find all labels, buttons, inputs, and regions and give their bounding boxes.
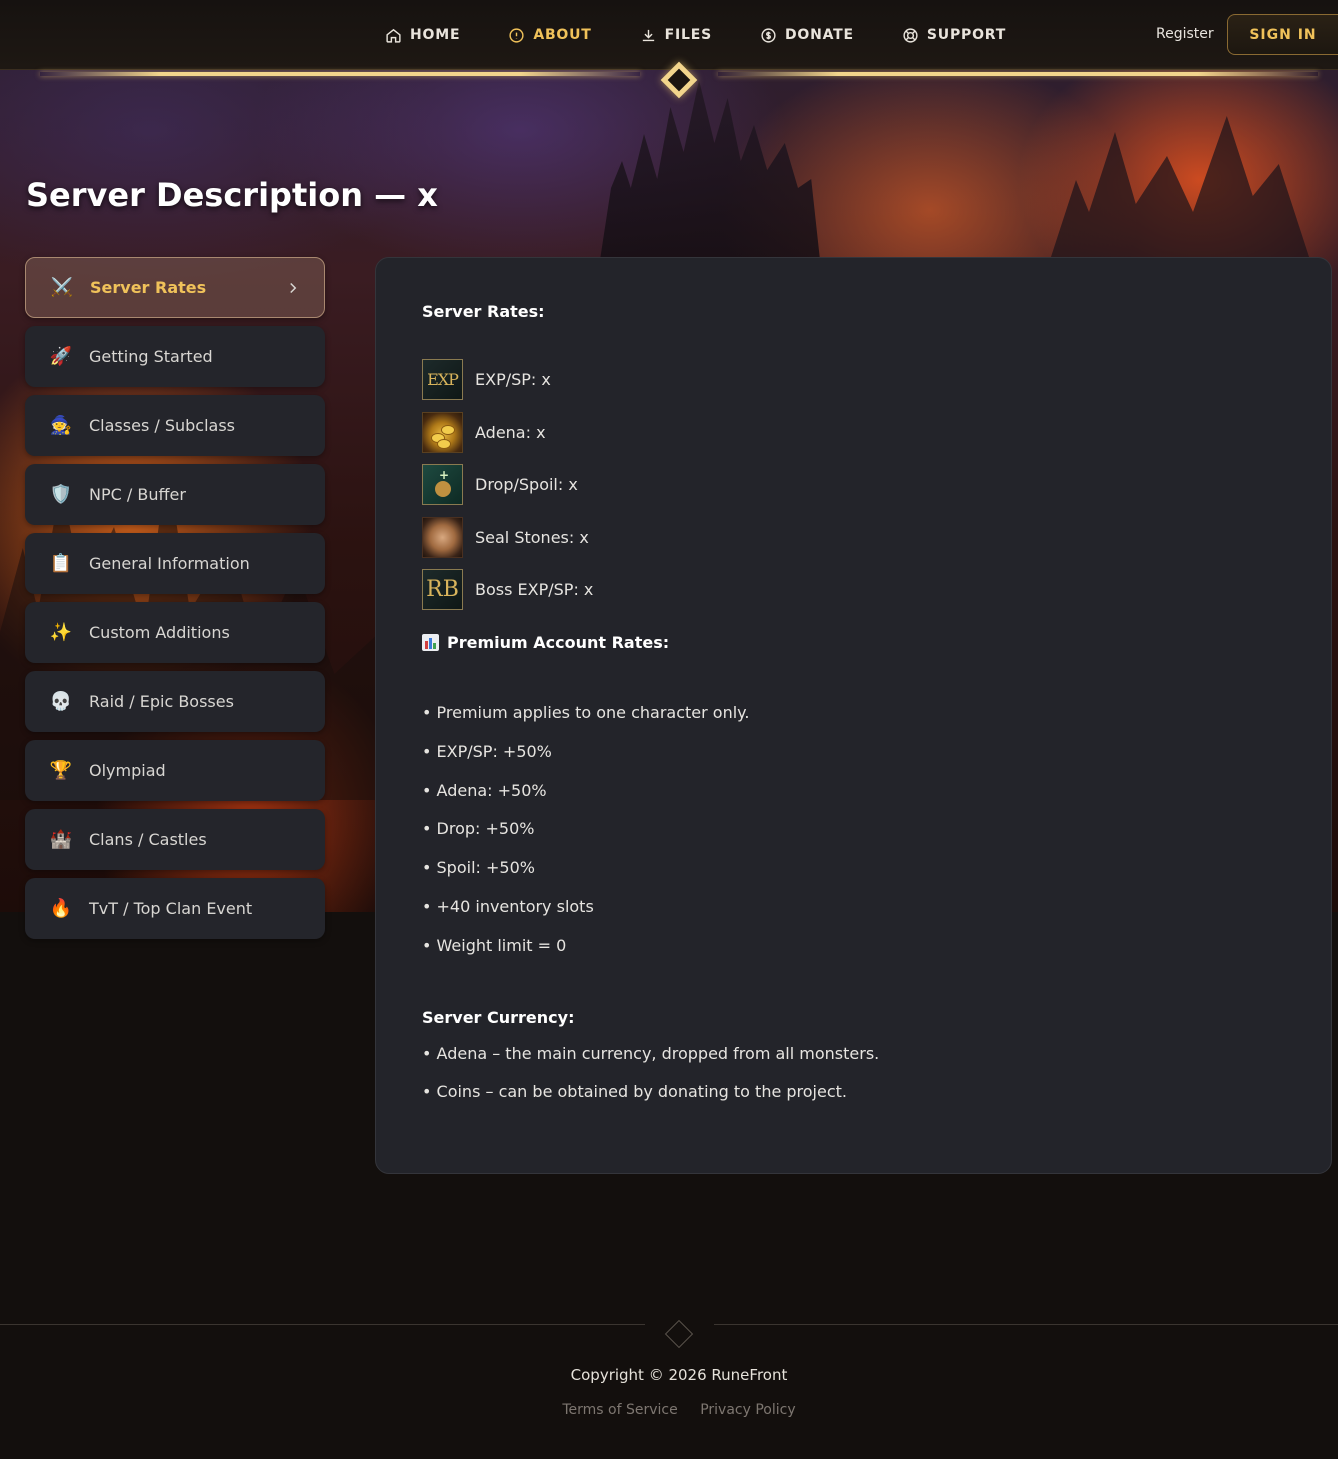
- sidebar-item-clans-castles[interactable]: 🏰 Clans / Castles: [25, 809, 325, 870]
- castle-silhouette-right: [1050, 116, 1310, 260]
- header-ornament-line-left: [40, 72, 640, 76]
- currency-list: • Adena – the main currency, dropped fro…: [422, 1044, 1285, 1122]
- list-item: • EXP/SP: +50%: [422, 741, 552, 761]
- list-item: • Coins – can be obtained by donating to…: [422, 1082, 847, 1102]
- terms-link[interactable]: Terms of Service: [562, 1402, 677, 1418]
- rate-label: Drop/Spoil: x: [475, 475, 578, 494]
- list-item: • Drop: +50%: [422, 819, 535, 839]
- nav-files[interactable]: FILES: [640, 24, 712, 46]
- rate-row: RB Boss EXP/SP: x: [422, 569, 1285, 610]
- page-title: Server Description — x: [26, 176, 438, 214]
- register-link[interactable]: Register: [1156, 26, 1214, 42]
- rates-heading: Server Rates:: [422, 302, 545, 321]
- premium-heading: Premium Account Rates:: [422, 633, 1285, 652]
- sidebar-item-label: Getting Started: [89, 347, 213, 366]
- sidebar-item-tvt-event[interactable]: 🔥 TvT / Top Clan Event: [25, 878, 325, 939]
- rate-row: Adena: x: [422, 411, 1285, 453]
- adena-coins-icon: [422, 411, 463, 453]
- nav-home-label: HOME: [410, 27, 461, 43]
- sidebar-item-getting-started[interactable]: 🚀 Getting Started: [25, 326, 325, 387]
- sidebar-item-server-rates[interactable]: ⚔️ Server Rates: [25, 257, 325, 318]
- premium-list: • Premium applies to one character only.…: [422, 703, 1285, 975]
- sidebar-item-npc-buffer[interactable]: 🛡️ NPC / Buffer: [25, 464, 325, 525]
- footer-divider-left: [0, 1324, 645, 1325]
- nav-donate[interactable]: DONATE: [760, 24, 854, 46]
- seal-stone-icon: [422, 516, 463, 558]
- sidebar-item-classes[interactable]: 🧙 Classes / Subclass: [25, 395, 325, 456]
- sidebar-item-label: Classes / Subclass: [89, 416, 236, 435]
- rate-row: EXP EXP/SP: x: [422, 359, 1285, 400]
- castle-silhouette: [600, 80, 820, 260]
- trophy-icon: 🏆: [49, 760, 73, 781]
- rates-list: EXP EXP/SP: x Adena: x + Drop/Spoil: x S…: [422, 359, 1285, 610]
- chevron-right-icon: [290, 282, 297, 294]
- clipboard-icon: 📋: [49, 553, 73, 574]
- content-panel: Server Rates: EXP EXP/SP: x Adena: x + D…: [375, 257, 1332, 1174]
- sidebar-item-custom-additions[interactable]: ✨ Custom Additions: [25, 602, 325, 663]
- nav-home[interactable]: HOME: [385, 24, 460, 46]
- premium-heading-text: Premium Account Rates:: [447, 633, 670, 652]
- crossed-swords-icon: ⚔️: [50, 277, 74, 298]
- list-item: • Adena – the main currency, dropped fro…: [422, 1043, 880, 1063]
- skull-icon: 💀: [49, 691, 73, 712]
- rate-row: Seal Stones: x: [422, 516, 1285, 558]
- footer-divider-right: [714, 1324, 1338, 1325]
- rate-row: + Drop/Spoil: x: [422, 464, 1285, 505]
- shield-icon: 🛡️: [49, 484, 73, 505]
- list-item: • Spoil: +50%: [422, 858, 535, 878]
- footer-links: Terms of Service Privacy Policy: [0, 1402, 1338, 1418]
- dollar-circle-icon: [761, 27, 776, 43]
- main-nav: HOME ABOUT FILES DONATE SUPPORT: [385, 24, 1054, 46]
- lifebuoy-icon: [903, 27, 918, 43]
- rate-label: Adena: x: [475, 422, 546, 442]
- drop-bag-icon: +: [422, 464, 463, 505]
- rate-label: EXP/SP: x: [475, 370, 551, 389]
- nav-support-label: SUPPORT: [926, 27, 1007, 43]
- sign-in-button[interactable]: SIGN IN: [1227, 14, 1338, 55]
- home-icon: [386, 28, 401, 43]
- rate-label: Seal Stones: x: [475, 527, 589, 547]
- sidebar-item-olympiad[interactable]: 🏆 Olympiad: [25, 740, 325, 801]
- nav-support[interactable]: SUPPORT: [902, 24, 1006, 46]
- privacy-link[interactable]: Privacy Policy: [700, 1402, 795, 1418]
- sidebar-item-label: General Information: [89, 554, 250, 573]
- info-icon: [509, 27, 524, 43]
- site-header: HOME ABOUT FILES DONATE SUPPORT Register…: [0, 0, 1338, 70]
- sidebar-item-label: TvT / Top Clan Event: [89, 899, 253, 918]
- sidebar-item-raid-bosses[interactable]: 💀 Raid / Epic Bosses: [25, 671, 325, 732]
- fire-icon: 🔥: [49, 898, 73, 919]
- list-item: • +40 inventory slots: [422, 896, 594, 916]
- rate-label: Boss EXP/SP: x: [475, 580, 594, 599]
- sidebar-item-label: Custom Additions: [89, 623, 230, 642]
- nav-files-label: FILES: [664, 27, 712, 43]
- rocket-icon: 🚀: [49, 346, 73, 367]
- sidebar-menu: ⚔️ Server Rates 🚀 Getting Started 🧙 Clas…: [25, 257, 325, 947]
- nav-about-label: ABOUT: [533, 27, 592, 43]
- raid-boss-icon: RB: [422, 569, 463, 610]
- sidebar-item-label: Olympiad: [89, 761, 166, 780]
- sidebar-item-label: Raid / Epic Bosses: [89, 692, 234, 711]
- list-item: • Adena: +50%: [422, 780, 547, 800]
- nav-about[interactable]: ABOUT: [508, 24, 591, 46]
- list-item: • Weight limit = 0: [422, 935, 567, 955]
- footer-ornament-diamond: [664, 1319, 694, 1349]
- sidebar-item-general-information[interactable]: 📋 General Information: [25, 533, 325, 594]
- download-icon: [642, 29, 654, 41]
- castle-icon: 🏰: [49, 829, 73, 850]
- copyright-text: Copyright © 2026 RuneFront: [570, 1366, 788, 1384]
- exp-icon: EXP: [422, 359, 463, 400]
- mage-icon: 🧙: [49, 415, 73, 436]
- sidebar-item-label: Clans / Castles: [89, 830, 207, 849]
- bar-chart-icon: [422, 634, 439, 651]
- currency-heading: Server Currency:: [422, 1007, 575, 1027]
- header-ornament-line-right: [718, 72, 1318, 76]
- list-item: • Premium applies to one character only.: [422, 703, 750, 722]
- nav-donate-label: DONATE: [785, 27, 854, 43]
- sidebar-item-label: NPC / Buffer: [89, 485, 186, 504]
- sparkles-icon: ✨: [49, 622, 73, 643]
- sidebar-item-label: Server Rates: [90, 278, 207, 297]
